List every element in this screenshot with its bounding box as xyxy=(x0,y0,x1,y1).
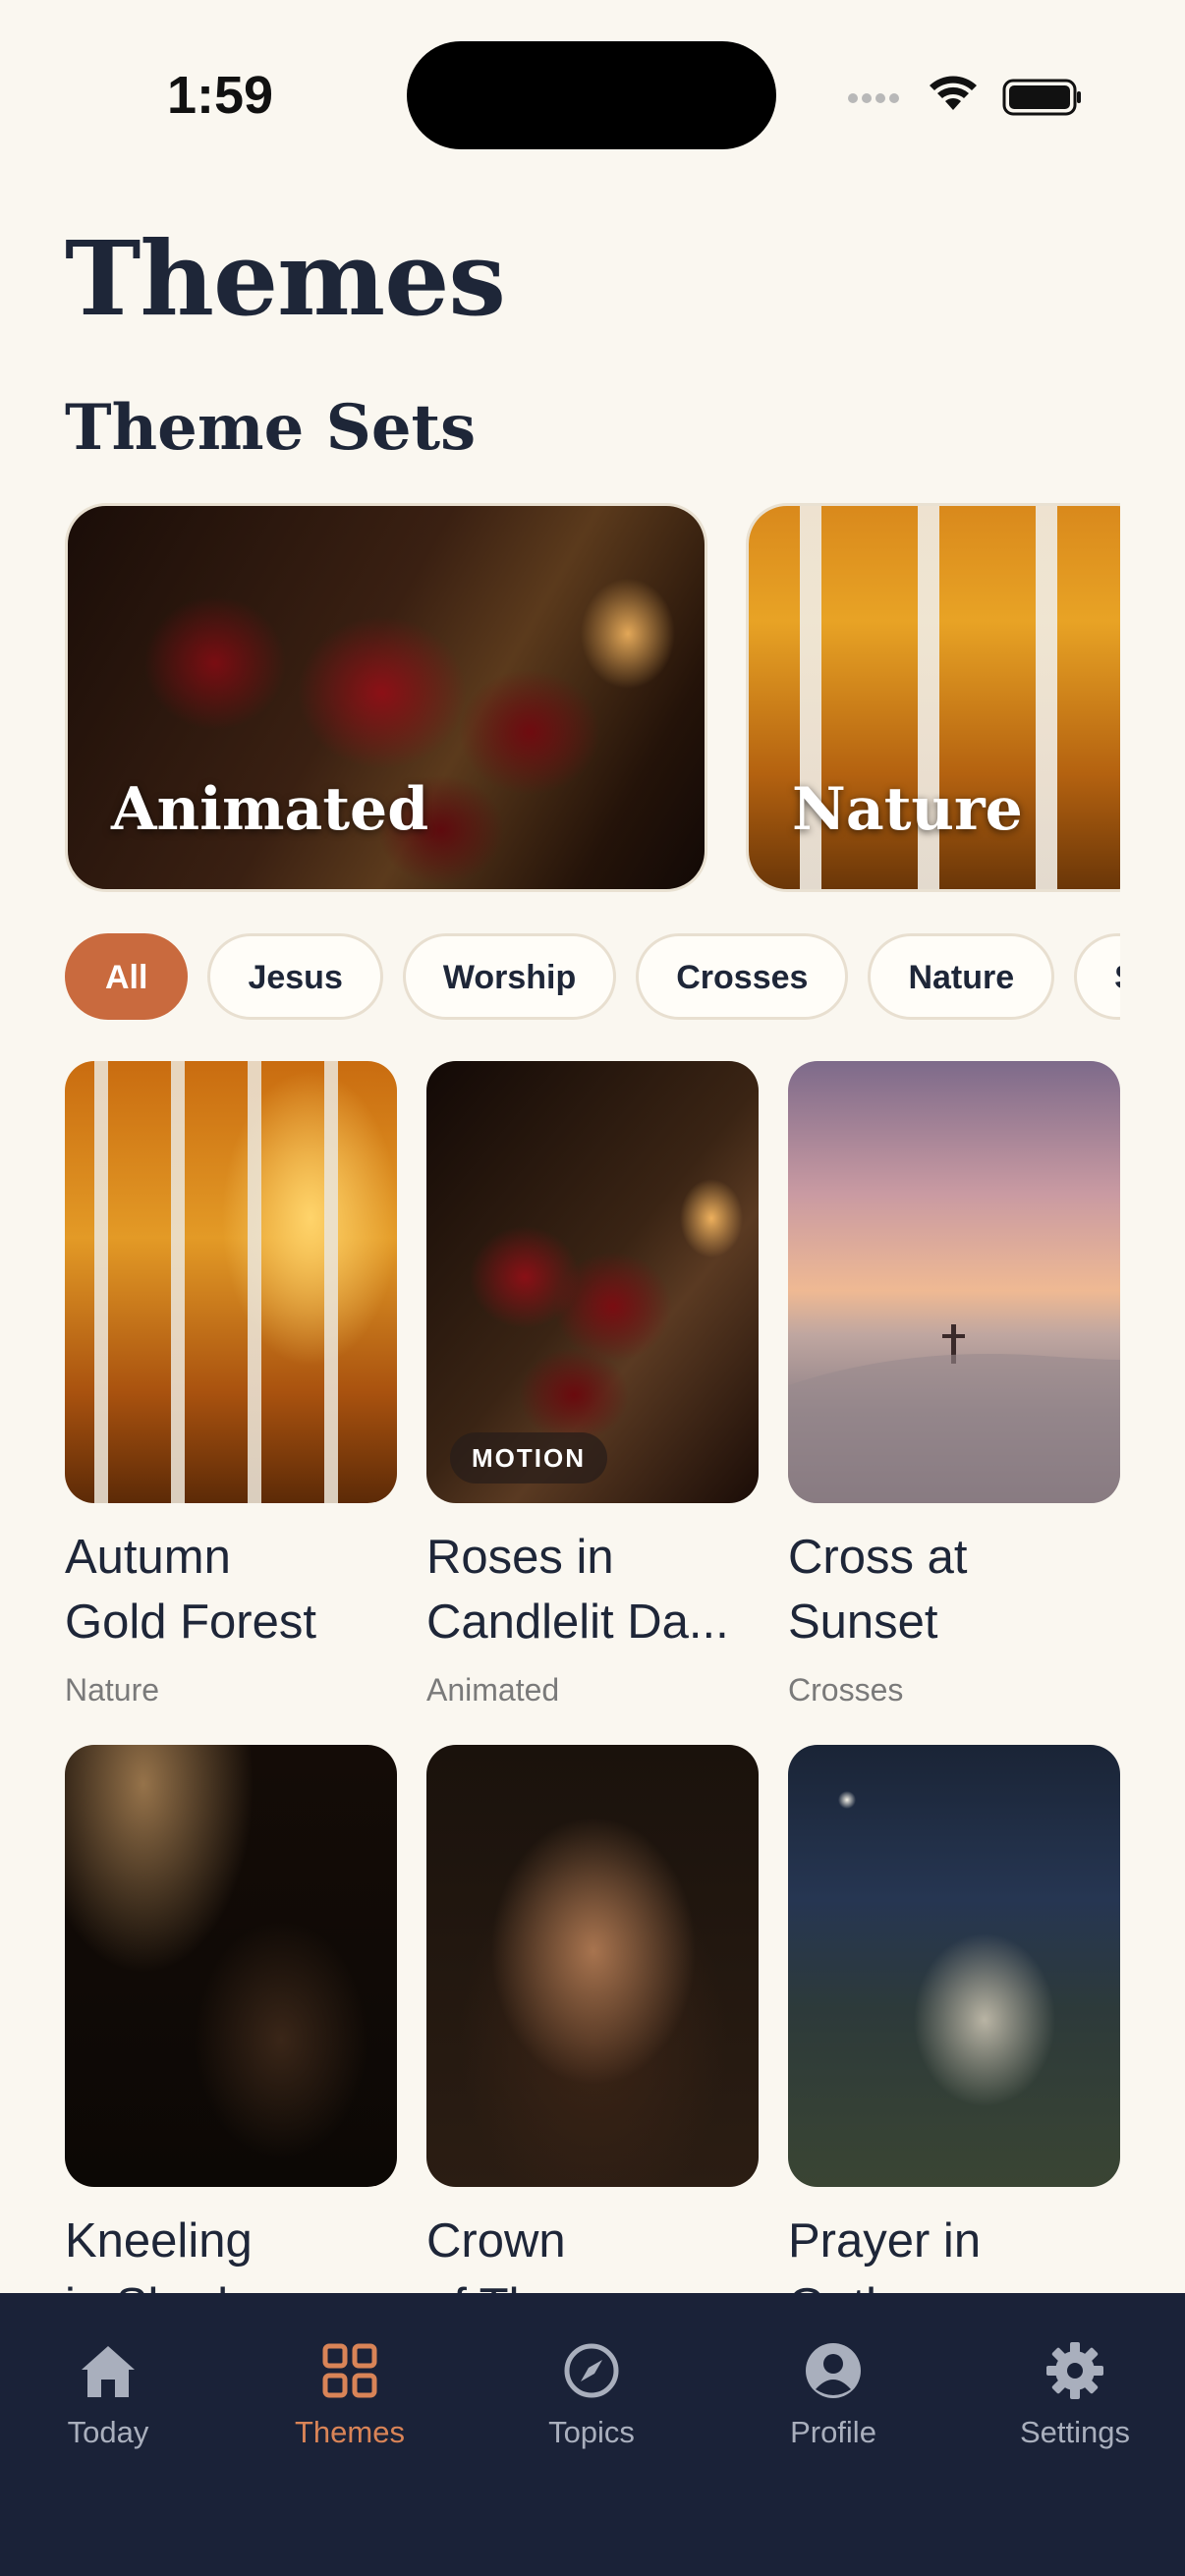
gear-icon xyxy=(1046,2342,1103,2399)
tab-profile[interactable]: Profile xyxy=(735,2336,931,2450)
theme-title: Cross at Sunset xyxy=(788,1531,968,1649)
theme-thumbnail[interactable] xyxy=(788,1745,1120,2187)
theme-thumbnail[interactable] xyxy=(788,1061,1120,1503)
theme-thumbnail[interactable]: MOTION xyxy=(426,1061,759,1503)
theme-tile-autumn-gold-forest[interactable]: Autumn Gold Forest Nature xyxy=(65,1061,397,1708)
tab-label: Settings xyxy=(1019,2415,1130,2449)
theme-category: Nature xyxy=(65,1672,160,1708)
filter-chip-worship[interactable]: Worship xyxy=(402,933,617,1020)
tab-label: Today xyxy=(67,2415,149,2449)
wifi-icon xyxy=(930,76,977,110)
compass-icon xyxy=(564,2343,619,2398)
tab-label: Themes xyxy=(295,2415,405,2449)
page-title: Themes xyxy=(65,218,506,339)
dynamic-island xyxy=(407,41,776,149)
theme-thumbnail[interactable] xyxy=(65,1061,397,1503)
status-icons xyxy=(848,76,1081,116)
filter-chip-su[interactable]: Su xyxy=(1074,933,1120,1020)
theme-set-label: Animated xyxy=(111,775,429,844)
theme-set-label: Nature xyxy=(792,775,1023,844)
tab-themes[interactable]: Themes xyxy=(252,2336,448,2450)
grid-icon xyxy=(322,2343,377,2398)
battery-icon xyxy=(1002,79,1081,116)
person-icon xyxy=(806,2343,861,2398)
theme-sets-carousel[interactable]: Animated Nature xyxy=(65,503,1120,892)
home-icon xyxy=(82,2346,135,2397)
filter-chips: AllJesusWorshipCrossesNatureSu xyxy=(65,933,1120,1022)
theme-tile-cross-at-sunset[interactable]: Cross at Sunset Crosses xyxy=(788,1061,1120,1708)
tab-settings[interactable]: Settings xyxy=(977,2336,1173,2450)
cross-icon xyxy=(788,1324,1120,1503)
cellular-signal-icon xyxy=(848,93,899,103)
theme-category: Animated xyxy=(426,1672,560,1708)
theme-title: Autumn Gold Forest xyxy=(65,1531,316,1649)
theme-set-card-nature[interactable]: Nature xyxy=(746,503,1120,892)
filter-chip-nature[interactable]: Nature xyxy=(868,933,1055,1020)
tab-label: Profile xyxy=(790,2415,876,2449)
theme-tile-kneeling-in-shadow[interactable]: Kneeling in Shadow xyxy=(65,1745,397,2338)
theme-tile-prayer-in-gethsemane[interactable]: Prayer in Gethsemane xyxy=(788,1745,1120,2338)
filter-chip-jesus[interactable]: Jesus xyxy=(207,933,383,1020)
theme-tile-roses-candlelit[interactable]: MOTION Roses in Candlelit Da... Animated xyxy=(426,1061,759,1708)
theme-sets-heading: Theme Sets xyxy=(65,391,477,465)
theme-set-card-animated[interactable]: Animated xyxy=(65,503,707,892)
theme-thumbnail[interactable] xyxy=(426,1745,759,2187)
theme-category: Crosses xyxy=(788,1672,904,1708)
theme-tile-crown-of-thorns[interactable]: Crown of Thorns xyxy=(426,1745,759,2338)
tab-label: Topics xyxy=(548,2415,635,2449)
tab-bar: Today Themes Topics Profile Settings xyxy=(0,2293,1185,2576)
theme-thumbnail[interactable] xyxy=(65,1745,397,2187)
theme-title: Roses in Candlelit Da... xyxy=(426,1531,729,1649)
filter-chip-all[interactable]: All xyxy=(65,933,189,1020)
filter-chip-crosses[interactable]: Crosses xyxy=(636,933,849,1020)
status-time: 1:59 xyxy=(167,66,274,125)
tab-today[interactable]: Today xyxy=(10,2336,206,2450)
tab-topics[interactable]: Topics xyxy=(493,2336,690,2450)
motion-badge: MOTION xyxy=(450,1432,607,1484)
